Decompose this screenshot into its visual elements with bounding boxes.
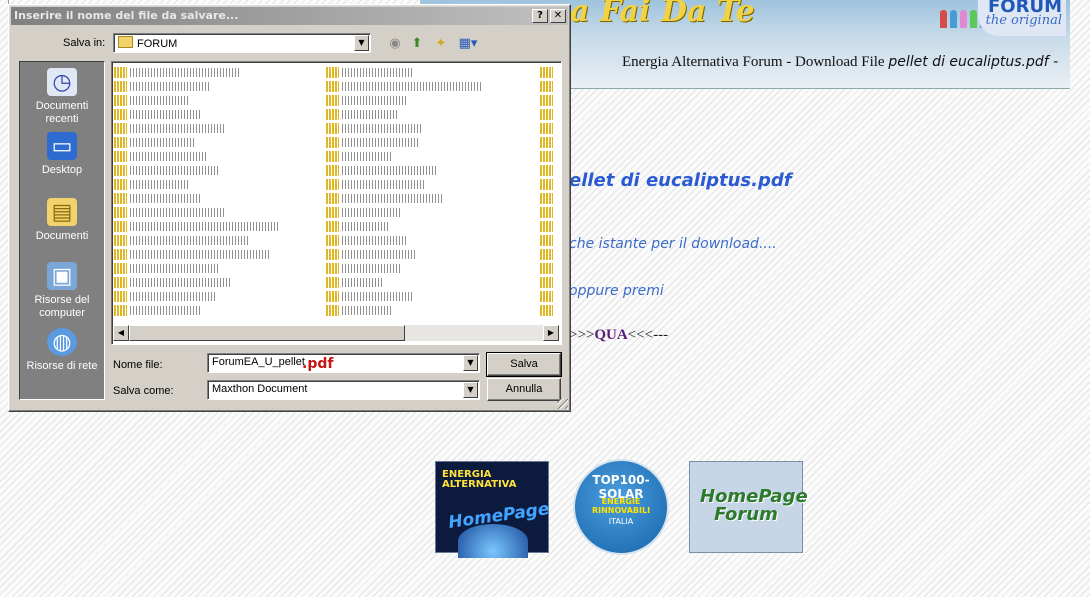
desktop-icon: ▭ [47,132,77,160]
close-button[interactable]: ✕ [550,9,566,23]
documents-folder-icon: ▤ [47,198,77,226]
link-suffix: <<<--- [627,327,669,343]
save-in-label: Salva in: [63,37,106,49]
network-icon: ◍ [47,328,77,356]
save-file-dialog: Inserire il nome del file da salvare... … [8,4,571,412]
chevron-down-icon[interactable]: ▼ [354,35,369,51]
energia-badge-title: ENERGIA ALTERNATIVA [442,469,517,490]
filename-label: Nome file: [113,359,163,371]
cancel-button[interactable]: Annulla [487,378,561,401]
recent-documents-icon: ◷ [47,68,77,96]
or-press-text: oppure premi [569,283,664,299]
chevron-down-icon[interactable]: ▼ [463,382,478,398]
banner-caption: Energia Alternativa Forum - Download Fil… [622,54,1058,71]
forum-logo[interactable]: FORUM the original [978,0,1066,36]
place-label: Risorse del computer [34,294,90,319]
new-folder-icon[interactable]: ✦ [431,35,451,53]
scroll-thumb[interactable] [129,325,405,341]
place-recent-documents[interactable]: ◷ Documenti recenti [20,68,104,126]
top100-sub: ENERGIE RINNOVABILI [591,497,651,515]
file-list[interactable] [111,61,562,345]
homepage-forum-badge[interactable]: HomePage Forum [689,461,808,553]
filetype-dropdown[interactable]: Maxthon Document ▼ [207,380,480,400]
resize-grip-icon[interactable] [557,398,568,409]
banner-brand: a Fai Da Te [570,0,755,29]
filename-value: ForumEA_U_pellet [212,356,305,368]
folder-icon [118,36,133,48]
horizontal-scrollbar[interactable]: ◀ ▶ [113,325,559,341]
download-file-title: ellet di eucaliptus.pdf [569,170,792,191]
save-in-value: FORUM [137,38,178,50]
link-prefix: >>> [569,327,595,343]
back-icon[interactable]: ◉ [385,35,405,53]
place-documents[interactable]: ▤ Documenti [20,198,104,243]
place-network[interactable]: ◍ Risorse di rete [20,328,104,373]
place-label: Risorse di rete [26,360,98,372]
filetype-value: Maxthon Document [212,383,308,395]
homepage-forum-text: HomePage Forum [700,486,808,525]
save-button[interactable]: Salva [486,352,562,377]
place-label: Documenti [35,230,89,242]
forum-logo-sub: the original [985,13,1062,28]
filename-input[interactable]: ForumEA_U_pellet .pdf ▼ [207,353,480,373]
pdf-extension-hint: .pdf [302,356,334,372]
top100-solar-badge[interactable]: TOP100-SOLAR ENERGIE RINNOVABILI ITALIA [573,459,669,555]
wait-message: che istante per il download.... [569,236,777,252]
place-desktop[interactable]: ▭ Desktop [20,132,104,177]
place-label: Documenti recenti [35,100,89,125]
my-computer-icon: ▣ [47,262,77,290]
top100-country: ITALIA [608,517,634,526]
place-label: Desktop [41,164,83,176]
link-word[interactable]: QUA [594,327,627,343]
energia-alternativa-badge[interactable]: ENERGIA ALTERNATIVA HomePage [435,461,551,558]
scroll-right-icon[interactable]: ▶ [543,325,559,341]
save-in-dropdown[interactable]: FORUM ▼ [113,33,371,53]
caption-prefix: Energia Alternativa Forum - Download Fil… [622,54,885,70]
chevron-down-icon[interactable]: ▼ [463,355,478,371]
places-bar: ◷ Documenti recenti ▭ Desktop ▤ Document… [19,61,105,400]
filetype-label: Salva come: [113,385,174,397]
download-link[interactable]: >>>QUA<<<--- [569,327,668,344]
dialog-title: Inserire il nome del file da salvare... [14,9,239,22]
view-menu-icon[interactable]: ▦▾ [455,35,481,53]
caption-file: pellet di eucaliptus.pdf - [888,54,1059,70]
place-my-computer[interactable]: ▣ Risorse del computer [20,262,104,320]
up-folder-icon[interactable]: ⬆ [407,35,427,53]
scroll-left-icon[interactable]: ◀ [113,325,129,341]
dialog-titlebar[interactable]: Inserire il nome del file da salvare... … [11,7,568,25]
help-button[interactable]: ? [532,9,548,23]
